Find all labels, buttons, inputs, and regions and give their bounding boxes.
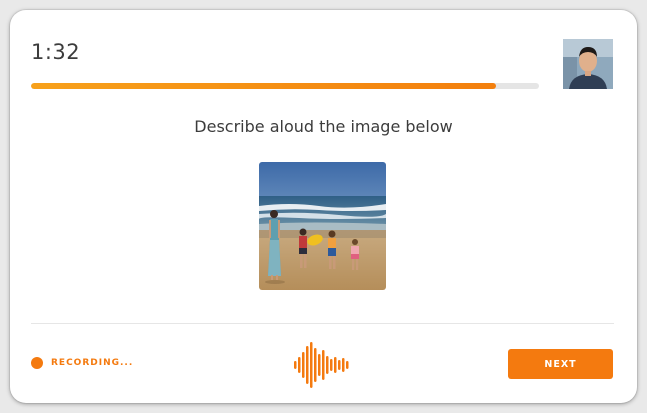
lesson-progress-fill bbox=[31, 83, 496, 89]
audio-waveform-icon bbox=[294, 342, 349, 388]
next-button[interactable]: NEXT bbox=[508, 349, 613, 379]
footer-divider bbox=[31, 323, 614, 324]
countdown-timer: 1:32 bbox=[31, 40, 81, 64]
recording-label: RECORDING... bbox=[51, 358, 134, 368]
speaking-exercise-card: 1:32 Describe aloud the image below RECO… bbox=[10, 10, 637, 403]
recording-dot-icon bbox=[31, 357, 43, 369]
prompt-image bbox=[259, 162, 386, 290]
recording-indicator: RECORDING... bbox=[31, 357, 133, 369]
exercise-prompt: Describe aloud the image below bbox=[194, 117, 453, 136]
lesson-progress-bar bbox=[31, 83, 539, 89]
tutor-avatar bbox=[563, 39, 613, 89]
